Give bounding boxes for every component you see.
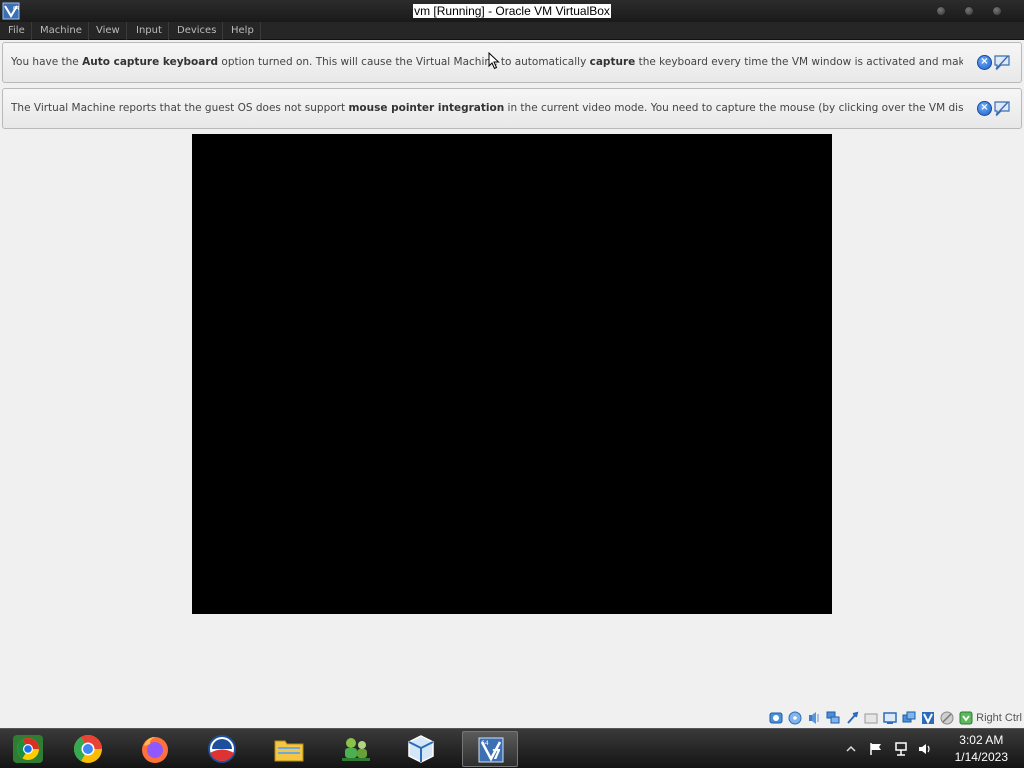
taskbar-chrome[interactable] [60, 731, 116, 767]
minimize-button[interactable] [936, 6, 946, 16]
windows7-vm-icon: 7 64 [478, 737, 504, 763]
do-not-show-again-icon[interactable] [993, 100, 1011, 117]
show-hidden-icons-icon[interactable] [846, 744, 856, 754]
vm-display[interactable] [192, 134, 832, 614]
host-key-label[interactable]: Right Ctrl [976, 711, 1022, 725]
taskbar-chromium[interactable] [0, 731, 56, 767]
title-bar[interactable]: 64 vm [Running] - Oracle VM VirtualBox [0, 0, 1024, 22]
virtualbox-icon [408, 735, 434, 763]
mouse-integration-notice: The Virtual Machine reports that the gue… [2, 88, 1022, 129]
close-notice-button[interactable]: × [977, 101, 992, 116]
network-tray-icon[interactable] [894, 742, 908, 756]
audio-icon[interactable] [807, 711, 821, 725]
taskbar-file-manager[interactable] [261, 731, 317, 767]
mouse-cursor-icon [488, 52, 500, 70]
volume-icon[interactable] [918, 742, 932, 756]
usb-icon[interactable] [845, 711, 859, 725]
obama-logo-icon [208, 735, 236, 763]
video-capture-icon[interactable] [902, 711, 916, 725]
svg-text:7: 7 [492, 748, 501, 763]
menu-view[interactable]: View [90, 22, 127, 40]
menu-devices[interactable]: Devices [171, 22, 224, 40]
notice-text: You have the Auto capture keyboard optio… [11, 56, 963, 68]
close-notice-button[interactable]: × [977, 55, 992, 70]
optical-drive-icon[interactable] [788, 711, 802, 725]
menu-help[interactable]: Help [225, 22, 261, 40]
svg-text:64: 64 [481, 740, 489, 747]
network-users-icon [342, 738, 370, 761]
keyboard-capture-notice: You have the Auto capture keyboard optio… [2, 42, 1022, 83]
menu-input[interactable]: Input [130, 22, 169, 40]
hard-disk-icon[interactable] [769, 711, 783, 725]
vm-status-bar: Right Ctrl [0, 707, 1024, 728]
taskbar: 7 64 3:02 AM 1/14/2023 [0, 728, 1024, 768]
menu-bar: File Machine View Input Devices Help [0, 22, 1024, 40]
taskbar-obama-logo[interactable] [194, 731, 250, 767]
clock-time: 3:02 AM [959, 733, 1004, 747]
menu-machine[interactable]: Machine [34, 22, 89, 40]
network-icon[interactable] [826, 711, 840, 725]
chromium-icon [13, 735, 43, 763]
close-window-button[interactable] [992, 6, 1002, 16]
display-icon[interactable] [883, 711, 897, 725]
mouse-integration-icon[interactable] [940, 711, 954, 725]
maximize-button[interactable] [964, 6, 974, 16]
taskbar-clock[interactable]: 3:02 AM 1/14/2023 [955, 732, 1008, 766]
do-not-show-again-icon[interactable] [993, 54, 1011, 71]
menu-file[interactable]: File [2, 22, 32, 40]
action-center-flag-icon[interactable] [869, 742, 883, 756]
clock-date: 1/14/2023 [954, 750, 1008, 764]
firefox-icon [142, 737, 168, 763]
notice-text: The Virtual Machine reports that the gue… [11, 102, 963, 114]
chrome-icon [74, 735, 102, 763]
taskbar-network-users[interactable] [328, 731, 384, 767]
window-title: vm [Running] - Oracle VM VirtualBox [413, 4, 611, 18]
virtualization-icon[interactable] [921, 711, 935, 725]
keyboard-capture-icon[interactable] [959, 711, 973, 725]
file-manager-icon [274, 740, 304, 762]
shared-folders-icon[interactable] [864, 711, 878, 725]
taskbar-firefox[interactable] [127, 731, 183, 767]
taskbar-windows7-vm[interactable]: 7 64 [462, 731, 518, 767]
taskbar-virtualbox[interactable] [393, 731, 449, 767]
